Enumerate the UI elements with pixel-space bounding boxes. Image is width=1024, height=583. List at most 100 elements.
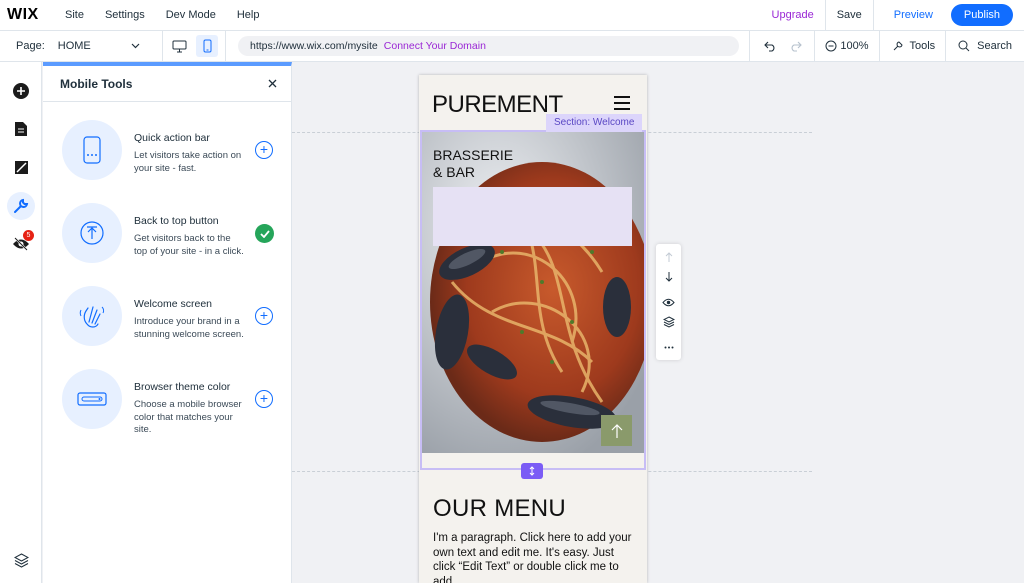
search-icon: [958, 40, 970, 52]
quick-action-bar-icon: [83, 136, 101, 164]
tool-title: Browser theme color: [134, 381, 231, 393]
design-icon: [14, 160, 28, 174]
hide-button[interactable]: [660, 294, 677, 311]
section-label[interactable]: Section: Welcome: [546, 114, 643, 132]
hamburger-menu-icon[interactable]: [614, 96, 630, 114]
page-dropdown[interactable]: HOME: [58, 40, 140, 52]
mobile-site-preview[interactable]: PUREMENT BRASSERIE & BAR Section: Welcom…: [419, 75, 647, 583]
divider: [161, 31, 163, 61]
eye-icon: [662, 298, 675, 307]
tools-icon: [893, 41, 903, 51]
desktop-icon: [172, 40, 187, 52]
close-icon[interactable]: [268, 79, 277, 88]
add-tool-button[interactable]: +: [255, 141, 273, 159]
tool-illustration: [62, 286, 122, 346]
tools-label: Tools: [909, 40, 936, 52]
layers-icon: [13, 552, 29, 568]
zoom-level: 100%: [840, 40, 869, 52]
layers-icon: [662, 315, 675, 328]
mobile-icon: [203, 39, 212, 53]
url-bar[interactable]: https://www.wix.com/mysite Connect Your …: [238, 36, 740, 56]
tool-description: Choose a mobile browser color that match…: [134, 399, 242, 435]
section-resize-handle[interactable]: [521, 463, 543, 479]
tools-button[interactable]: Tools: [880, 31, 946, 61]
page-icon: [15, 122, 27, 136]
chevron-down-icon: [131, 43, 140, 49]
site-url: https://www.wix.com/mysite: [250, 40, 378, 52]
move-up-button[interactable]: [660, 249, 677, 266]
zoom-button[interactable]: 100%: [815, 31, 878, 61]
mobile-tools-button[interactable]: [7, 192, 35, 220]
menu-heading[interactable]: OUR MENU: [433, 495, 566, 523]
hidden-count-badge: 5: [23, 230, 34, 241]
add-tool-button[interactable]: +: [255, 307, 273, 325]
tool-illustration: [62, 203, 122, 263]
wix-logo[interactable]: WIX: [7, 6, 55, 24]
design-button[interactable]: [7, 153, 35, 181]
editor-canvas[interactable]: PUREMENT BRASSERIE & BAR Section: Welcom…: [292, 62, 1024, 583]
publish-button[interactable]: Publish: [950, 4, 1013, 26]
tool-illustration: [62, 120, 122, 180]
undo-icon: [764, 41, 775, 52]
tool-browser-theme-color: Browser theme color Choose a mobile brow…: [61, 369, 281, 439]
top-bar: WIX Site Settings Dev Mode Help Upgrade …: [0, 0, 1024, 31]
arrow-up-icon: [665, 252, 672, 262]
preview-button[interactable]: Preview: [874, 0, 951, 30]
back-to-top-icon: [80, 221, 104, 245]
add-tool-button[interactable]: +: [255, 390, 273, 408]
desktop-view-button[interactable]: [169, 35, 191, 57]
tool-title: Quick action bar: [134, 132, 210, 144]
search-button[interactable]: Search: [946, 31, 1024, 61]
save-button[interactable]: Save: [826, 0, 874, 30]
menu-help[interactable]: Help: [237, 9, 260, 21]
tool-added-check[interactable]: [255, 224, 274, 243]
undo-button[interactable]: [750, 31, 783, 61]
tool-description: Introduce your brand in a stunning welco…: [134, 316, 244, 340]
waving-hand-icon: [79, 306, 105, 328]
search-label: Search: [977, 40, 1013, 52]
editor-toolbar: Page: HOME https://www.wix.com/mysite Co…: [0, 31, 1024, 62]
more-actions-button[interactable]: [660, 339, 677, 356]
menu-site[interactable]: Site: [65, 9, 84, 21]
checkmark-icon: [259, 229, 270, 238]
page-label: Page:: [16, 40, 45, 52]
tool-description: Let visitors take action on your site - …: [134, 150, 242, 174]
menu-settings[interactable]: Settings: [105, 9, 145, 21]
menu-dev-mode[interactable]: Dev Mode: [166, 9, 216, 21]
wrench-icon: [14, 198, 29, 213]
section-floating-toolbar: [656, 244, 681, 360]
tool-title: Back to top button: [134, 215, 219, 227]
menu-paragraph[interactable]: I'm a paragraph. Click here to add your …: [433, 531, 633, 583]
layers-button[interactable]: [7, 546, 35, 574]
panel-header: Mobile Tools: [43, 66, 291, 102]
layers-button[interactable]: [660, 313, 677, 330]
tool-title: Welcome screen: [134, 298, 213, 310]
page-dropdown-value: HOME: [57, 40, 91, 52]
tool-back-to-top: Back to top button Get visitors back to …: [61, 203, 281, 273]
move-down-button[interactable]: [660, 268, 677, 285]
connect-domain-link[interactable]: Connect Your Domain: [384, 40, 486, 52]
mobile-view-button[interactable]: [196, 35, 219, 57]
upgrade-link[interactable]: Upgrade: [761, 0, 826, 30]
arrow-down-icon: [665, 272, 672, 282]
more-dots-icon: [664, 346, 673, 349]
browser-bar-icon: [77, 392, 107, 406]
tool-quick-action-bar: Quick action bar Let visitors take actio…: [61, 120, 281, 190]
tool-illustration: [62, 369, 122, 429]
redo-button[interactable]: [783, 31, 814, 61]
site-brand[interactable]: PUREMENT: [432, 91, 563, 119]
redo-icon: [791, 41, 803, 52]
add-elements-button[interactable]: [7, 77, 35, 105]
hidden-elements-button[interactable]: 5: [7, 230, 35, 258]
mobile-tools-panel: Mobile Tools Quick action bar Let visito…: [43, 62, 292, 583]
pages-button[interactable]: [7, 115, 35, 143]
main-menu: Site Settings Dev Mode Help: [65, 9, 280, 21]
resize-vertical-icon: [529, 466, 535, 476]
zoom-out-icon: [825, 40, 837, 52]
left-rail: 5: [0, 62, 42, 583]
selected-section-frame: [420, 130, 646, 470]
tool-description: Get visitors back to the top of your sit…: [134, 233, 244, 257]
divider: [225, 31, 226, 61]
plus-circle-icon: [13, 83, 29, 99]
tool-welcome-screen: Welcome screen Introduce your brand in a…: [61, 286, 281, 356]
